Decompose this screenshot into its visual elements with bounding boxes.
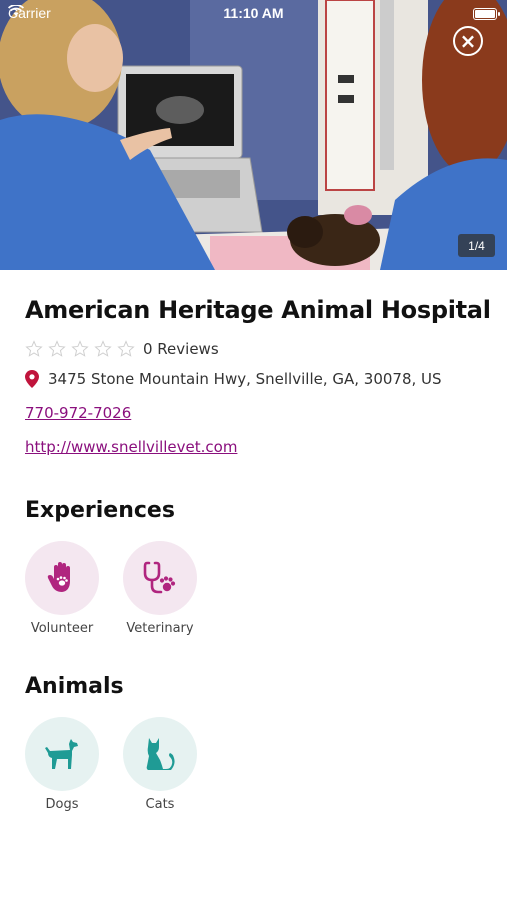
experience-veterinary[interactable]: Veterinary (115, 541, 205, 636)
animals-heading: Animals (25, 674, 124, 699)
address-text: 3475 Stone Mountain Hwy, Snellville, GA,… (48, 370, 442, 388)
animal-icon-circle (123, 717, 197, 791)
animal-cats[interactable]: Cats (115, 717, 205, 812)
star-empty-icon (25, 340, 43, 357)
hand-paw-icon (47, 562, 70, 592)
experience-volunteer[interactable]: Volunteer (17, 541, 107, 636)
address-row[interactable]: 3475 Stone Mountain Hwy, Snellville, GA,… (25, 370, 442, 388)
animal-label: Dogs (45, 797, 79, 812)
rating-row[interactable]: 0 Reviews (25, 340, 219, 358)
rating-stars (25, 340, 135, 358)
animal-label: Cats (145, 797, 175, 812)
close-icon: × (459, 28, 477, 53)
phone-link[interactable]: 770-972-7026 (25, 404, 131, 422)
battery-icon (473, 8, 500, 20)
reviews-count: 0 Reviews (143, 340, 219, 358)
status-time: 11:10 AM (223, 5, 284, 21)
animal-dogs[interactable]: Dogs (17, 717, 107, 812)
page-title: American Heritage Animal Hospital (25, 296, 491, 324)
experience-label: Volunteer (30, 621, 94, 636)
experiences-heading: Experiences (25, 498, 175, 523)
experience-label: Veterinary (126, 621, 194, 636)
star-empty-icon (94, 340, 112, 357)
star-empty-icon (117, 340, 135, 357)
status-bar: Carrier 11:10 AM (0, 0, 507, 28)
cat-icon (146, 738, 175, 770)
star-empty-icon (71, 340, 89, 357)
location-pin-icon (25, 370, 39, 388)
star-empty-icon (48, 340, 66, 357)
experience-icon-circle (25, 541, 99, 615)
gallery-counter: 1/4 (458, 234, 495, 257)
close-button[interactable]: × (453, 26, 483, 56)
experience-icon-circle (123, 541, 197, 615)
hero-photo[interactable]: Carrier 11:10 AM × 1/4 (0, 0, 507, 270)
animal-icon-circle (25, 717, 99, 791)
website-link[interactable]: http://www.snellvillevet.com (25, 438, 237, 456)
stethoscope-paw-icon (143, 561, 176, 594)
dog-icon (45, 739, 78, 769)
hero-photo-illustration (0, 0, 507, 270)
